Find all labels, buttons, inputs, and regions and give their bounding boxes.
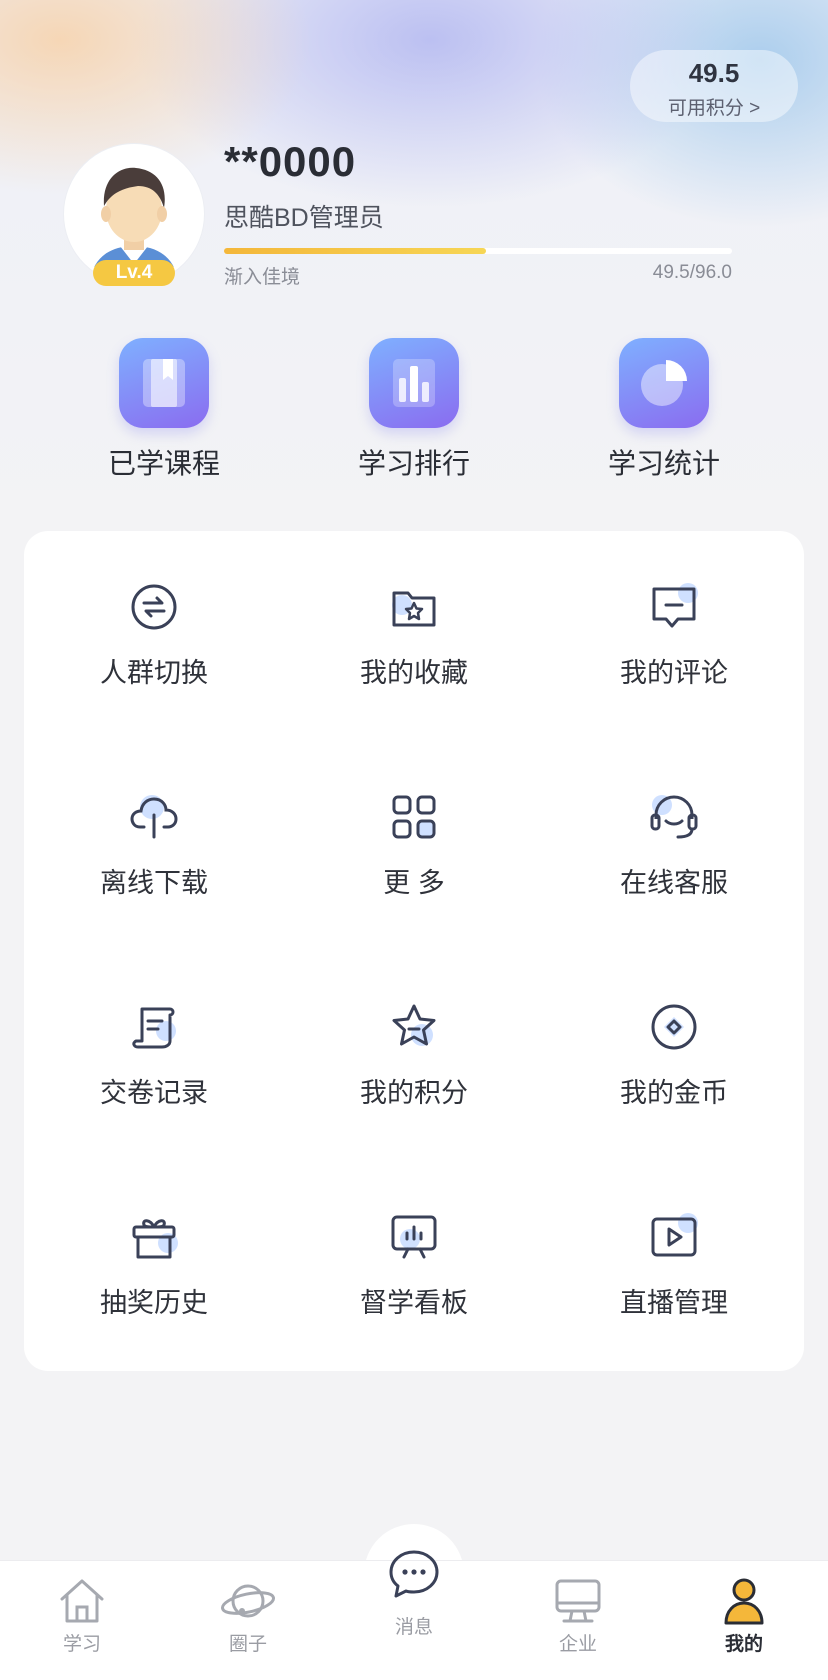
book-icon [119,338,209,428]
points-label: 可用积分 > [667,98,761,119]
quick-action-learned-courses[interactable]: 已学课程 [64,338,264,482]
points-pill[interactable]: 49.5 可用积分 > [630,50,798,122]
menu-item-label: 直播管理 [620,1288,728,1318]
tab-learn[interactable]: 学习 [22,1561,142,1680]
menu-item-label: 督学看板 [360,1288,468,1318]
progress-text: 49.5/96.0 [652,262,732,283]
menu-item-label: 离线下载 [100,868,208,898]
quick-action-label: 学习统计 [607,448,720,479]
star-folder-icon [392,591,436,627]
tab-mine[interactable]: 我的 [684,1561,804,1680]
user-name: **0000 [224,138,357,185]
menu-item-more[interactable]: 更 多 [284,741,544,951]
menu-item-my-coins[interactable]: 我的金币 [544,951,804,1161]
tab-circle[interactable]: 圈子 [188,1561,308,1680]
cloud-download-icon [130,795,178,839]
monitor-icon [555,1579,601,1623]
menu-item-live-management[interactable]: 直播管理 [544,1161,804,1371]
menu-item-label: 更 多 [383,868,445,898]
grid-icon [392,795,436,839]
live-icon [651,1213,698,1257]
bar-chart-icon [369,338,459,428]
tab-label: 消息 [394,1617,433,1638]
person-icon [724,1578,764,1625]
level-badge: Lv.4 [93,260,175,286]
menu-item-label: 我的金币 [620,1078,728,1108]
tab-enterprise[interactable]: 企业 [518,1561,638,1680]
tab-messages[interactable]: 消息 [354,1540,474,1680]
tab-label: 我的 [724,1634,763,1655]
coin-icon [651,1004,697,1050]
quick-action-label: 已学课程 [107,448,220,479]
message-icon [389,1550,439,1598]
menu-item-comments[interactable]: 我的评论 [544,531,804,741]
quick-action-statistics[interactable]: 学习统计 [564,338,764,482]
quick-action-label: 学习排行 [357,448,470,479]
level-progress-bar [224,248,732,254]
scroll-icon [132,1007,176,1049]
menu-item-label: 我的收藏 [360,658,468,688]
home-icon [60,1579,104,1623]
pie-chart-icon [619,338,709,428]
star-icon [392,1004,436,1046]
menu-item-exam-records[interactable]: 交卷记录 [24,951,284,1161]
rank-title: 渐入佳境 [224,267,301,288]
menu-item-my-points[interactable]: 我的积分 [284,951,544,1161]
menu-item-label: 我的积分 [360,1078,468,1108]
gift-icon [132,1219,178,1259]
menu-item-label: 交卷记录 [100,1078,208,1108]
level-progress-fill [224,248,486,254]
headset-icon [650,795,698,839]
switch-icon [131,584,177,630]
menu-item-label: 我的评论 [620,658,728,688]
tab-label: 企业 [558,1634,597,1655]
menu-item-online-service[interactable]: 在线客服 [544,741,804,951]
menu-item-supervision-board[interactable]: 督学看板 [284,1161,544,1371]
menu-item-offline-download[interactable]: 离线下载 [24,741,284,951]
user-role: 思酷BD管理员 [224,204,384,232]
planet-icon [220,1584,276,1618]
tab-label: 学习 [62,1634,101,1655]
menu-item-label: 抽奖历史 [100,1288,208,1318]
points-value: 49.5 [688,58,740,88]
dashboard-icon [391,1215,437,1259]
menu-item-favorites[interactable]: 我的收藏 [284,531,544,741]
menu-item-label: 人群切换 [100,658,208,688]
quick-action-ranking[interactable]: 学习排行 [314,338,514,482]
menu-item-switch-group[interactable]: 人群切换 [24,531,284,741]
comment-icon [652,583,698,628]
menu-item-label: 在线客服 [620,868,728,898]
menu-item-lottery-history[interactable]: 抽奖历史 [24,1161,284,1371]
tab-label: 圈子 [228,1634,267,1655]
menu-card: 人群切换 我的收藏 我的评论 离线下载 更 多 在线客服 交卷记录 我的积分 我… [24,531,804,1371]
